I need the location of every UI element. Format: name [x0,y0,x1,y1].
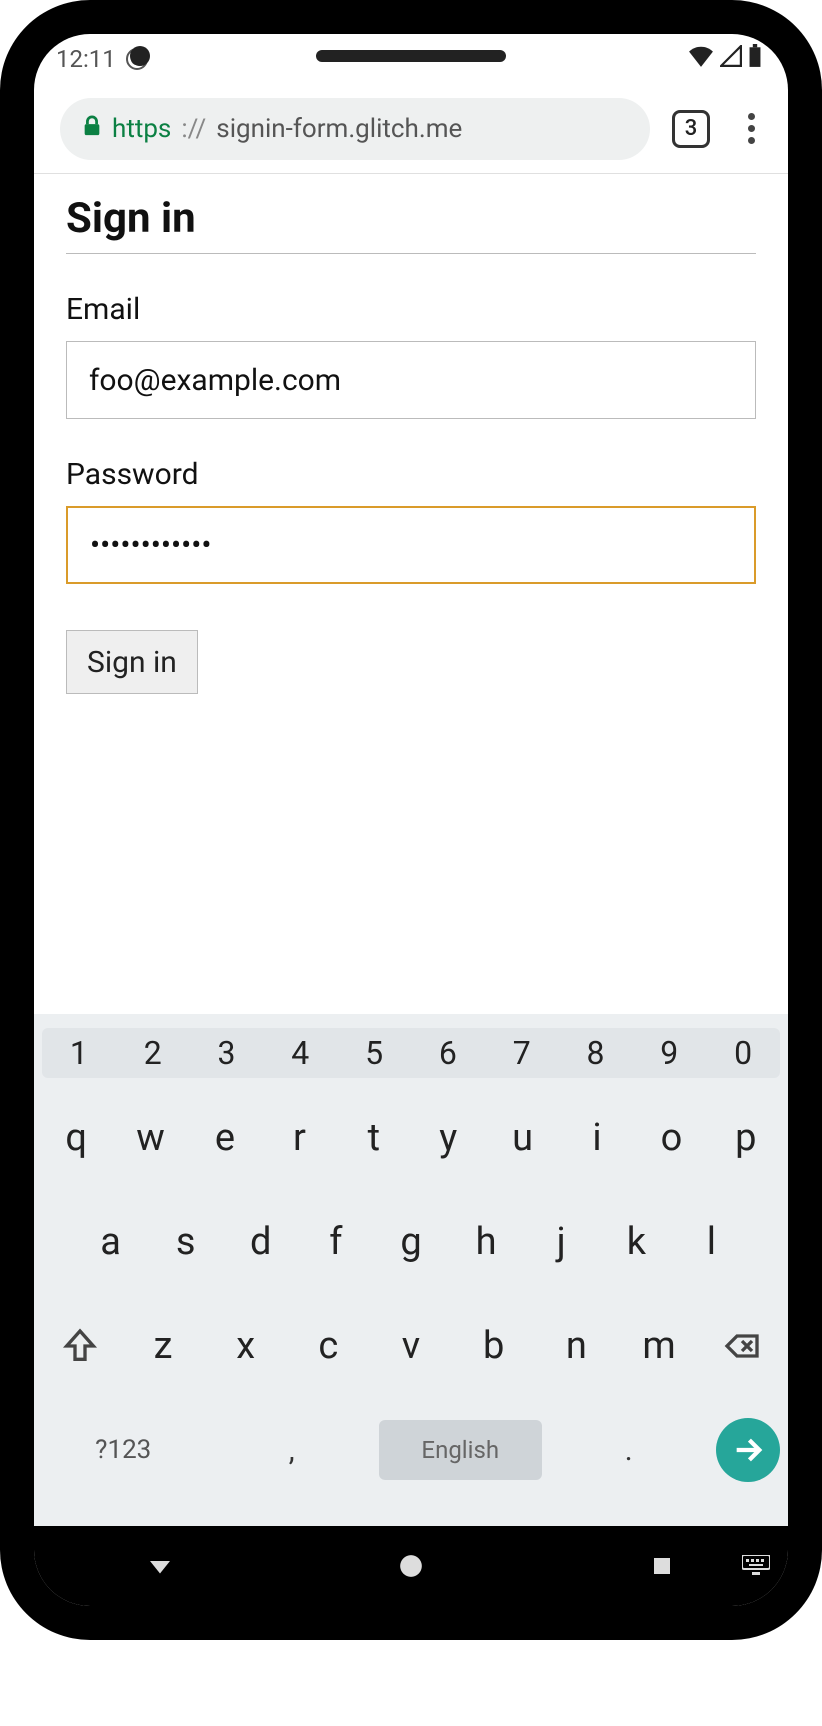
url-host: signin-form.glitch.me [216,114,462,144]
keyboard-row-3: z x c v b n m [42,1300,780,1392]
email-label: Email [66,292,756,327]
page-content: Sign in Email Password Sign in [34,174,788,1014]
key-n[interactable]: n [538,1300,615,1392]
key-e[interactable]: e [191,1092,259,1184]
key-u[interactable]: u [488,1092,556,1184]
lock-icon [82,115,102,143]
page-title: Sign in [66,194,756,254]
key-t[interactable]: t [340,1092,408,1184]
status-time: 12:11 [56,45,116,73]
password-field-group: Password [66,457,756,584]
key-s[interactable]: s [151,1196,220,1288]
key-g[interactable]: g [376,1196,445,1288]
key-y[interactable]: y [414,1092,482,1184]
backspace-key[interactable] [703,1300,780,1392]
key-m[interactable]: m [621,1300,698,1392]
shift-key[interactable] [42,1300,119,1392]
enter-key[interactable] [716,1418,780,1482]
tabs-button[interactable]: 3 [672,110,710,148]
key-5[interactable]: 5 [337,1034,411,1072]
key-p[interactable]: p [712,1092,780,1184]
phone-camera [130,46,150,66]
nav-recents-button[interactable] [642,1546,682,1586]
symbols-key[interactable]: ?123 [42,1404,205,1496]
key-3[interactable]: 3 [190,1034,264,1072]
key-7[interactable]: 7 [485,1034,559,1072]
password-label: Password [66,457,756,492]
key-6[interactable]: 6 [411,1034,485,1072]
browser-toolbar: https :// signin-form.glitch.me 3 [34,84,788,174]
email-input[interactable] [66,341,756,419]
address-bar[interactable]: https :// signin-form.glitch.me [60,98,650,160]
key-q[interactable]: q [42,1092,110,1184]
browser-menu-button[interactable] [732,110,770,148]
cellular-icon [720,45,742,73]
key-0[interactable]: 0 [706,1034,780,1072]
key-8[interactable]: 8 [559,1034,633,1072]
battery-icon [748,44,762,74]
key-1[interactable]: 1 [42,1034,116,1072]
key-i[interactable]: i [563,1092,631,1184]
key-v[interactable]: v [373,1300,450,1392]
comma-key[interactable]: , [211,1404,374,1496]
keyboard-row-2: a s d f g h j k l [42,1196,780,1288]
phone-speaker [316,50,506,62]
url-scheme: https [112,114,171,144]
key-b[interactable]: b [455,1300,532,1392]
url-separator: :// [181,114,206,144]
nav-back-button[interactable] [140,1546,180,1586]
email-field-group: Email [66,292,756,419]
key-l[interactable]: l [677,1196,746,1288]
key-a[interactable]: a [76,1196,145,1288]
screen: 12:11 [34,34,788,1606]
keyboard-bottom-row: ?123 , English . [42,1404,780,1496]
phone-frame: 12:11 [0,0,822,1640]
key-9[interactable]: 9 [632,1034,706,1072]
key-4[interactable]: 4 [263,1034,337,1072]
key-z[interactable]: z [125,1300,202,1392]
soft-keyboard: 1 2 3 4 5 6 7 8 9 0 q w e r t y u i o [34,1014,788,1526]
tab-count: 3 [685,116,698,141]
key-f[interactable]: f [301,1196,370,1288]
key-d[interactable]: d [226,1196,295,1288]
status-right [688,44,762,74]
key-h[interactable]: h [452,1196,521,1288]
key-r[interactable]: r [265,1092,333,1184]
key-j[interactable]: j [527,1196,596,1288]
system-nav-bar [34,1526,788,1606]
key-k[interactable]: k [602,1196,671,1288]
password-input[interactable] [66,506,756,584]
period-key[interactable]: . [548,1404,711,1496]
key-2[interactable]: 2 [116,1034,190,1072]
key-w[interactable]: w [116,1092,184,1184]
space-key[interactable]: English [379,1420,542,1480]
ime-switch-button[interactable] [736,1546,776,1586]
nav-home-button[interactable] [391,1546,431,1586]
key-o[interactable]: o [637,1092,705,1184]
sign-in-button[interactable]: Sign in [66,630,198,694]
keyboard-number-row: 1 2 3 4 5 6 7 8 9 0 [42,1028,780,1078]
key-x[interactable]: x [207,1300,284,1392]
keyboard-row-1: q w e r t y u i o p [42,1092,780,1184]
wifi-icon [688,45,714,73]
key-c[interactable]: c [290,1300,367,1392]
